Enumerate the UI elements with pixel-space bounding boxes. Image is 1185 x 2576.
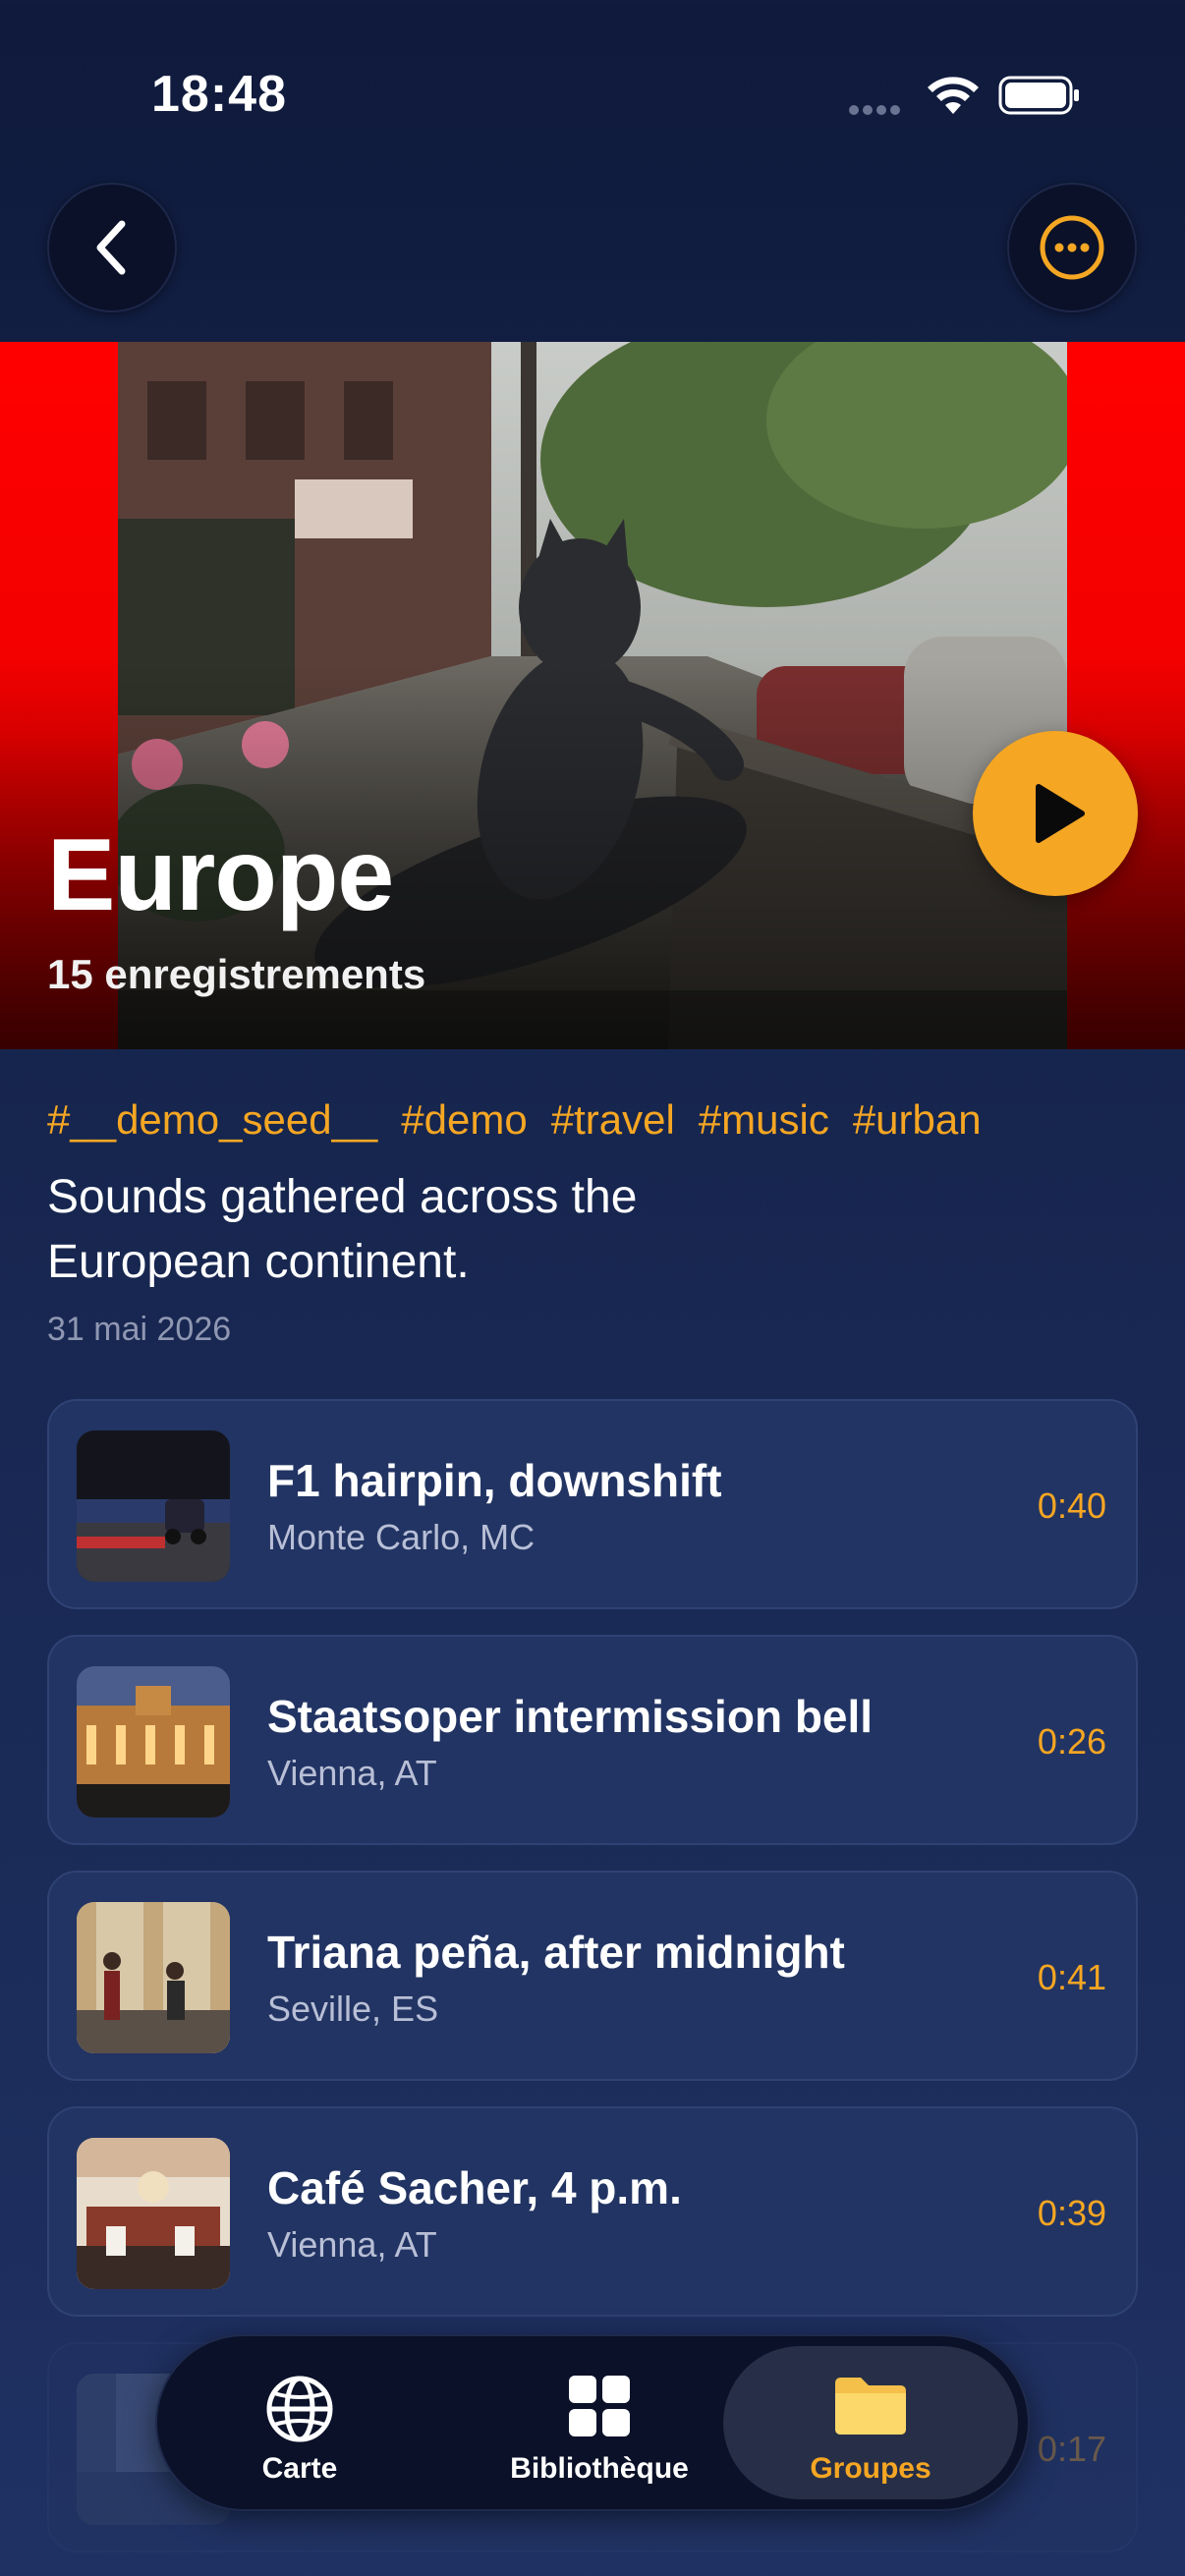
- status-time: 18:48: [151, 66, 287, 123]
- tag-list: #__demo_seed__ #demo #travel #music #urb…: [47, 1096, 982, 1144]
- battery-icon: [998, 76, 1079, 115]
- tab-bibliotheque[interactable]: Bibliothèque: [452, 2346, 747, 2499]
- back-button[interactable]: [47, 183, 177, 312]
- bottom-tab-bar: Carte Bibliothèque Groupes: [155, 2334, 1030, 2511]
- recording-location: Vienna, AT: [267, 1753, 437, 1793]
- more-options-button[interactable]: [1007, 183, 1137, 312]
- cellular-signal-icon: [849, 102, 906, 115]
- tag[interactable]: #travel: [551, 1096, 675, 1144]
- group-hero: Europe 15 enregistrements: [0, 342, 1185, 1049]
- recording-thumbnail: [77, 1902, 230, 2053]
- tab-groupes[interactable]: Groupes: [723, 2346, 1018, 2499]
- recording-thumbnail: [77, 2138, 230, 2289]
- grid-icon: [569, 2376, 630, 2436]
- group-date: 31 mai 2026: [47, 1311, 232, 1348]
- group-description: Sounds gathered across the European cont…: [47, 1171, 638, 1288]
- list-item[interactable]: Triana peña, after midnight Seville, ES …: [47, 1871, 1138, 2081]
- list-item[interactable]: F1 hairpin, downshift Monte Carlo, MC 0:…: [47, 1399, 1138, 1609]
- tab-label: Groupes: [810, 2452, 931, 2485]
- tag[interactable]: #__demo_seed__: [47, 1096, 377, 1144]
- list-item[interactable]: Staatsoper intermission bell Vienna, AT …: [47, 1635, 1138, 1845]
- recording-title: Triana peña, after midnight: [267, 1927, 845, 1978]
- folder-icon: [835, 2378, 906, 2435]
- tag[interactable]: #music: [699, 1096, 829, 1144]
- play-all-button[interactable]: [973, 731, 1138, 896]
- globe-icon: [266, 2376, 333, 2442]
- recording-title: F1 hairpin, downshift: [267, 1455, 722, 1506]
- tag[interactable]: #demo: [401, 1096, 527, 1144]
- ellipsis-circle-icon: [1040, 215, 1104, 280]
- recording-duration: 0:39: [1037, 2193, 1106, 2233]
- tab-label: Carte: [261, 2452, 338, 2485]
- play-icon: [1036, 784, 1085, 843]
- recording-title: Staatsoper intermission bell: [267, 1691, 874, 1742]
- recording-duration: 0:40: [1037, 1485, 1106, 1526]
- wifi-icon: [928, 77, 979, 114]
- list-item[interactable]: Café Sacher, 4 p.m. Vienna, AT 0:39: [47, 2106, 1138, 2317]
- recording-title: Café Sacher, 4 p.m.: [267, 2162, 682, 2213]
- tab-carte[interactable]: Carte: [177, 2346, 423, 2499]
- recording-thumbnail: [77, 1430, 230, 1582]
- group-title: Europe: [47, 818, 394, 932]
- chevron-left-icon: [96, 220, 126, 275]
- recording-duration: 0:17: [1037, 2429, 1106, 2469]
- recording-location: Vienna, AT: [267, 2224, 437, 2265]
- recording-location: Monte Carlo, MC: [267, 1517, 536, 1557]
- recording-location: Seville, ES: [267, 1988, 439, 2029]
- hero-gradient-overlay: [0, 342, 1185, 1049]
- recording-thumbnail: [77, 1666, 230, 1818]
- recording-duration: 0:41: [1037, 1957, 1106, 1997]
- recording-duration: 0:26: [1037, 1721, 1106, 1762]
- recording-count: 15 enregistrements: [47, 951, 426, 997]
- tag[interactable]: #urban: [853, 1096, 982, 1144]
- tab-label: Bibliothèque: [510, 2452, 689, 2485]
- status-bar: 18:48: [0, 0, 1185, 187]
